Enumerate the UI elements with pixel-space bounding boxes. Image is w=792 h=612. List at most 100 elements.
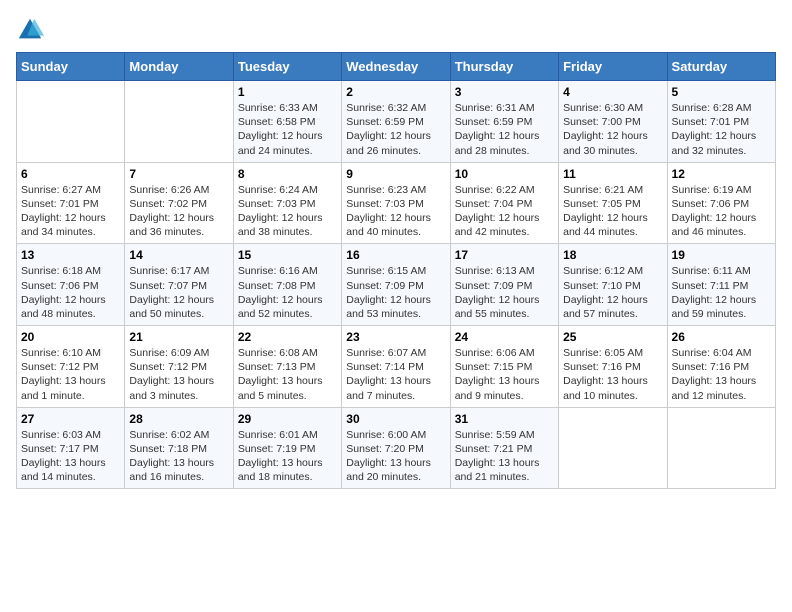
day-number: 17: [455, 248, 554, 262]
day-info: Sunrise: 6:07 AM Sunset: 7:14 PM Dayligh…: [346, 346, 445, 403]
day-info: Sunrise: 6:15 AM Sunset: 7:09 PM Dayligh…: [346, 264, 445, 321]
day-info: Sunrise: 6:16 AM Sunset: 7:08 PM Dayligh…: [238, 264, 337, 321]
col-header-sunday: Sunday: [17, 53, 125, 81]
day-number: 23: [346, 330, 445, 344]
day-number: 10: [455, 167, 554, 181]
day-info: Sunrise: 6:17 AM Sunset: 7:07 PM Dayligh…: [129, 264, 228, 321]
day-number: 11: [563, 167, 662, 181]
day-number: 3: [455, 85, 554, 99]
day-cell: 19 Sunrise: 6:11 AM Sunset: 7:11 PM Dayli…: [667, 244, 775, 326]
page-header: [16, 16, 776, 44]
day-cell: 21 Sunrise: 6:09 AM Sunset: 7:12 PM Dayli…: [125, 326, 233, 408]
calendar-header-row: SundayMondayTuesdayWednesdayThursdayFrid…: [17, 53, 776, 81]
col-header-saturday: Saturday: [667, 53, 775, 81]
day-info: Sunrise: 6:33 AM Sunset: 6:58 PM Dayligh…: [238, 101, 337, 158]
week-row-1: 1 Sunrise: 6:33 AM Sunset: 6:58 PM Daylig…: [17, 81, 776, 163]
day-number: 31: [455, 412, 554, 426]
col-header-tuesday: Tuesday: [233, 53, 341, 81]
day-number: 2: [346, 85, 445, 99]
day-info: Sunrise: 6:19 AM Sunset: 7:06 PM Dayligh…: [672, 183, 771, 240]
day-cell: [559, 407, 667, 489]
day-info: Sunrise: 6:18 AM Sunset: 7:06 PM Dayligh…: [21, 264, 120, 321]
day-info: Sunrise: 6:12 AM Sunset: 7:10 PM Dayligh…: [563, 264, 662, 321]
day-info: Sunrise: 6:03 AM Sunset: 7:17 PM Dayligh…: [21, 428, 120, 485]
day-number: 4: [563, 85, 662, 99]
day-number: 7: [129, 167, 228, 181]
logo: [16, 16, 48, 44]
week-row-4: 20 Sunrise: 6:10 AM Sunset: 7:12 PM Dayli…: [17, 326, 776, 408]
day-cell: 25Sunrise: 6:05 AM Sunset: 7:16 PM Dayli…: [559, 326, 667, 408]
day-cell: 18 Sunrise: 6:12 AM Sunset: 7:10 PM Dayli…: [559, 244, 667, 326]
day-cell: 15 Sunrise: 6:16 AM Sunset: 7:08 PM Dayli…: [233, 244, 341, 326]
day-number: 19: [672, 248, 771, 262]
day-cell: 27 Sunrise: 6:03 AM Sunset: 7:17 PM Dayli…: [17, 407, 125, 489]
col-header-thursday: Thursday: [450, 53, 558, 81]
day-cell: 16Sunrise: 6:15 AM Sunset: 7:09 PM Dayli…: [342, 244, 450, 326]
day-info: Sunrise: 6:11 AM Sunset: 7:11 PM Dayligh…: [672, 264, 771, 321]
day-info: Sunrise: 6:10 AM Sunset: 7:12 PM Dayligh…: [21, 346, 120, 403]
day-info: Sunrise: 6:27 AM Sunset: 7:01 PM Dayligh…: [21, 183, 120, 240]
day-info: Sunrise: 6:28 AM Sunset: 7:01 PM Dayligh…: [672, 101, 771, 158]
day-info: Sunrise: 6:04 AM Sunset: 7:16 PM Dayligh…: [672, 346, 771, 403]
day-number: 8: [238, 167, 337, 181]
day-info: Sunrise: 6:01 AM Sunset: 7:19 PM Dayligh…: [238, 428, 337, 485]
day-info: Sunrise: 6:23 AM Sunset: 7:03 PM Dayligh…: [346, 183, 445, 240]
day-number: 6: [21, 167, 120, 181]
day-number: 1: [238, 85, 337, 99]
day-cell: 22Sunrise: 6:08 AM Sunset: 7:13 PM Dayli…: [233, 326, 341, 408]
day-number: 9: [346, 167, 445, 181]
day-info: Sunrise: 6:24 AM Sunset: 7:03 PM Dayligh…: [238, 183, 337, 240]
day-number: 25: [563, 330, 662, 344]
day-cell: 24 Sunrise: 6:06 AM Sunset: 7:15 PM Dayli…: [450, 326, 558, 408]
day-cell: 8 Sunrise: 6:24 AM Sunset: 7:03 PM Daylig…: [233, 162, 341, 244]
day-number: 29: [238, 412, 337, 426]
logo-icon: [16, 16, 44, 44]
day-cell: 9 Sunrise: 6:23 AM Sunset: 7:03 PM Daylig…: [342, 162, 450, 244]
day-cell: 14Sunrise: 6:17 AM Sunset: 7:07 PM Dayli…: [125, 244, 233, 326]
col-header-wednesday: Wednesday: [342, 53, 450, 81]
day-number: 18: [563, 248, 662, 262]
day-info: Sunrise: 6:31 AM Sunset: 6:59 PM Dayligh…: [455, 101, 554, 158]
day-number: 28: [129, 412, 228, 426]
day-cell: 10 Sunrise: 6:22 AM Sunset: 7:04 PM Dayli…: [450, 162, 558, 244]
day-number: 5: [672, 85, 771, 99]
day-info: Sunrise: 6:02 AM Sunset: 7:18 PM Dayligh…: [129, 428, 228, 485]
day-number: 15: [238, 248, 337, 262]
day-cell: 30Sunrise: 6:00 AM Sunset: 7:20 PM Dayli…: [342, 407, 450, 489]
day-cell: 31 Sunrise: 5:59 AM Sunset: 7:21 PM Dayli…: [450, 407, 558, 489]
day-number: 24: [455, 330, 554, 344]
day-cell: 11Sunrise: 6:21 AM Sunset: 7:05 PM Dayli…: [559, 162, 667, 244]
day-number: 26: [672, 330, 771, 344]
day-number: 20: [21, 330, 120, 344]
day-cell: 12 Sunrise: 6:19 AM Sunset: 7:06 PM Dayli…: [667, 162, 775, 244]
day-cell: [17, 81, 125, 163]
day-number: 12: [672, 167, 771, 181]
day-cell: 2 Sunrise: 6:32 AM Sunset: 6:59 PM Daylig…: [342, 81, 450, 163]
calendar-table: SundayMondayTuesdayWednesdayThursdayFrid…: [16, 52, 776, 489]
day-info: Sunrise: 6:06 AM Sunset: 7:15 PM Dayligh…: [455, 346, 554, 403]
day-info: Sunrise: 6:22 AM Sunset: 7:04 PM Dayligh…: [455, 183, 554, 240]
week-row-2: 6 Sunrise: 6:27 AM Sunset: 7:01 PM Daylig…: [17, 162, 776, 244]
day-cell: 29 Sunrise: 6:01 AM Sunset: 7:19 PM Dayli…: [233, 407, 341, 489]
day-cell: 28 Sunrise: 6:02 AM Sunset: 7:18 PM Dayli…: [125, 407, 233, 489]
day-number: 27: [21, 412, 120, 426]
day-info: Sunrise: 5:59 AM Sunset: 7:21 PM Dayligh…: [455, 428, 554, 485]
day-cell: 7 Sunrise: 6:26 AM Sunset: 7:02 PM Daylig…: [125, 162, 233, 244]
day-cell: 26 Sunrise: 6:04 AM Sunset: 7:16 PM Dayli…: [667, 326, 775, 408]
day-cell: 1 Sunrise: 6:33 AM Sunset: 6:58 PM Daylig…: [233, 81, 341, 163]
day-info: Sunrise: 6:30 AM Sunset: 7:00 PM Dayligh…: [563, 101, 662, 158]
day-cell: 23 Sunrise: 6:07 AM Sunset: 7:14 PM Dayli…: [342, 326, 450, 408]
week-row-3: 13Sunrise: 6:18 AM Sunset: 7:06 PM Dayli…: [17, 244, 776, 326]
day-number: 22: [238, 330, 337, 344]
day-cell: 6 Sunrise: 6:27 AM Sunset: 7:01 PM Daylig…: [17, 162, 125, 244]
day-cell: 5 Sunrise: 6:28 AM Sunset: 7:01 PM Daylig…: [667, 81, 775, 163]
col-header-friday: Friday: [559, 53, 667, 81]
day-info: Sunrise: 6:26 AM Sunset: 7:02 PM Dayligh…: [129, 183, 228, 240]
day-info: Sunrise: 6:32 AM Sunset: 6:59 PM Dayligh…: [346, 101, 445, 158]
day-number: 21: [129, 330, 228, 344]
day-info: Sunrise: 6:09 AM Sunset: 7:12 PM Dayligh…: [129, 346, 228, 403]
day-number: 30: [346, 412, 445, 426]
day-cell: [125, 81, 233, 163]
day-cell: 20 Sunrise: 6:10 AM Sunset: 7:12 PM Dayli…: [17, 326, 125, 408]
col-header-monday: Monday: [125, 53, 233, 81]
